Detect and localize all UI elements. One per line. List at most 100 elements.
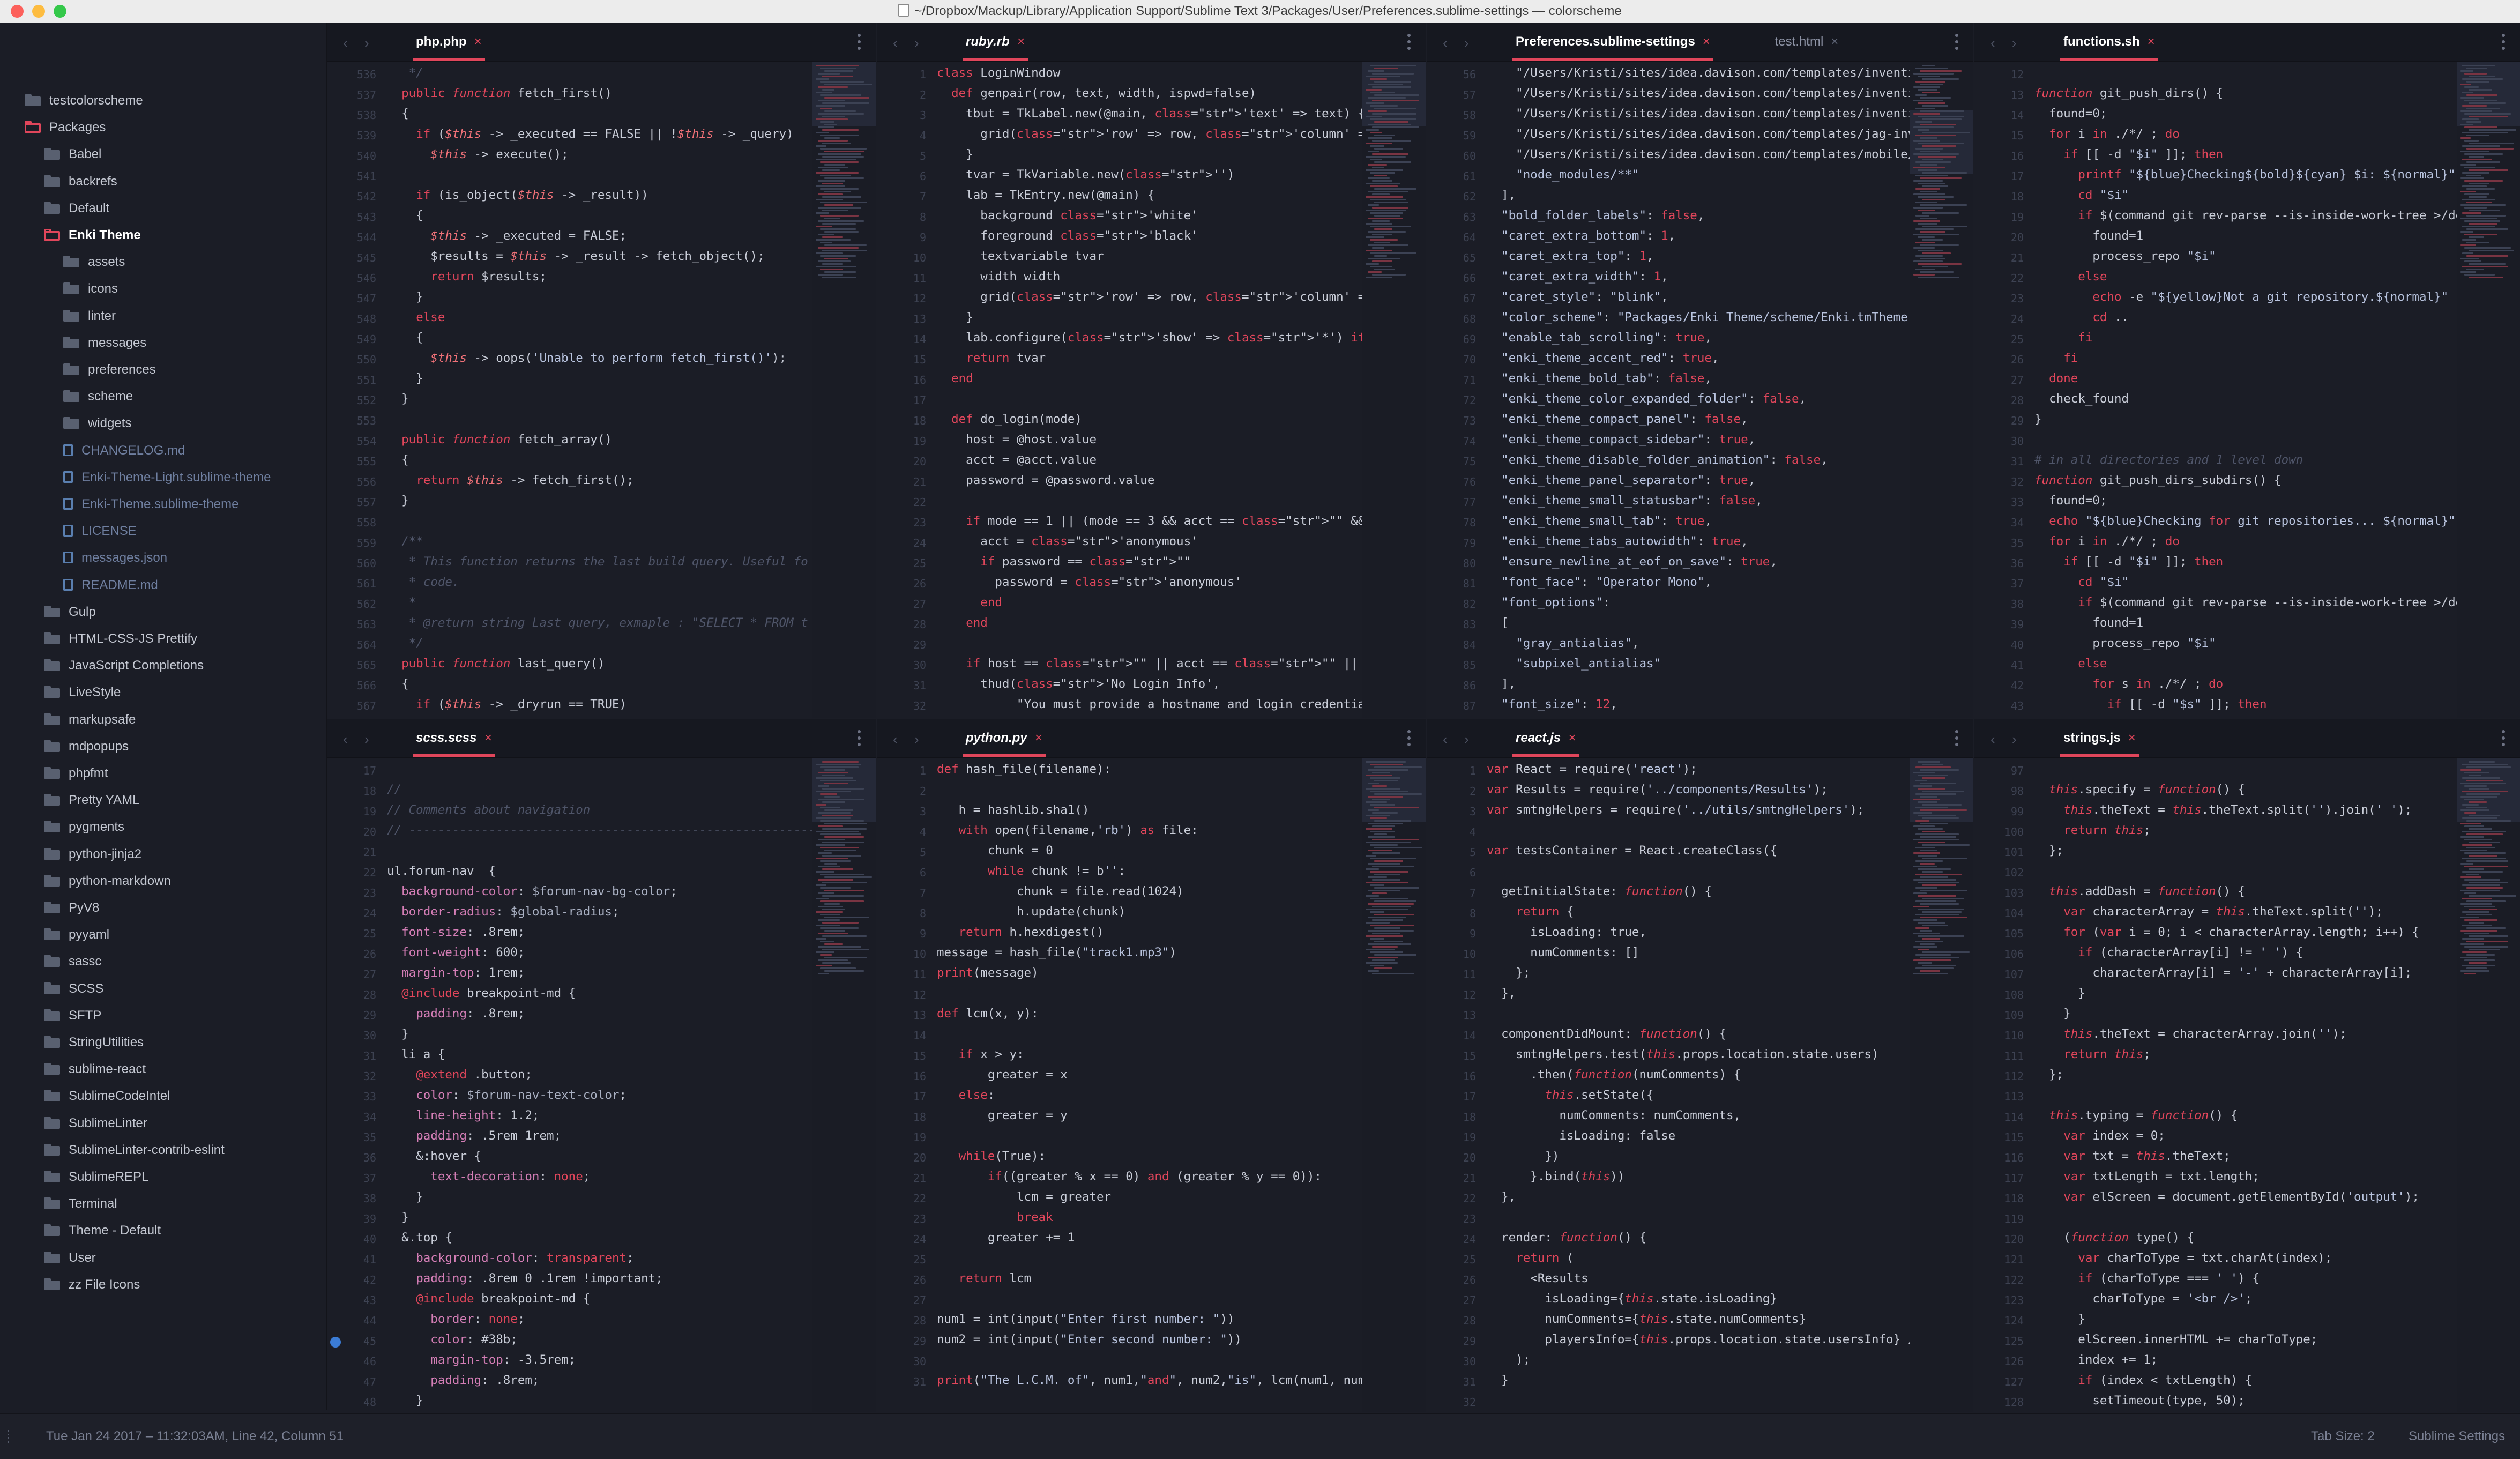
close-tab-icon[interactable]: × [1831,34,1838,49]
sidebar-item[interactable]: pygments [44,814,124,840]
tab[interactable]: scss.scss × [412,719,495,757]
tab-scroll-right-icon[interactable]: › [914,35,919,51]
code-text-area[interactable]: var React = require('react'); var Results… [1487,758,1922,1412]
sidebar-item[interactable]: README.md [63,572,158,599]
sidebar-item[interactable]: User [44,1245,96,1271]
sidebar-item[interactable]: LiveStyle [44,679,121,706]
tab-scroll-right-icon[interactable]: › [2012,35,2017,51]
tab-scroll-right-icon[interactable]: › [1464,35,1469,51]
minimap[interactable] [2457,62,2520,718]
close-tab-icon[interactable]: × [474,34,482,49]
tab[interactable]: php.php × [413,23,485,61]
syntax-selector[interactable]: Sublime Settings [2409,1414,2505,1459]
sidebar-item[interactable]: markupsafe [44,706,136,733]
tab[interactable]: Preferences.sublime-settings × [1512,23,1713,61]
tab[interactable]: strings.js × [2060,719,2139,757]
tab-scroll-right-icon[interactable]: › [364,731,369,748]
minimap[interactable] [1362,62,1426,718]
sidebar-item[interactable]: Default [44,195,109,222]
tab-scroll-right-icon[interactable]: › [914,731,919,748]
close-tab-icon[interactable]: × [2128,731,2136,745]
tab-scroll-left-icon[interactable]: ‹ [1443,731,1448,748]
sidebar-item[interactable]: Terminal [44,1190,117,1217]
sidebar-item[interactable]: sublime-react [44,1056,146,1083]
minimap[interactable] [1910,62,1973,718]
sidebar-item[interactable]: Enki-Theme-Light.sublime-theme [63,464,271,491]
tab[interactable]: python.py × [963,719,1046,757]
tab-scroll-left-icon[interactable]: ‹ [1990,731,1995,748]
close-tab-icon[interactable]: × [2148,34,2155,49]
sidebar-item[interactable]: widgets [63,410,131,437]
tab-scroll-left-icon[interactable]: ‹ [343,731,348,748]
tab-scroll-right-icon[interactable]: › [364,35,369,51]
sidebar-item[interactable]: Packages [25,114,106,141]
tab-scroll-right-icon[interactable]: › [1464,731,1469,748]
tab-size-setting[interactable]: Tab Size: 2 [2311,1414,2375,1459]
close-tab-icon[interactable]: × [1703,34,1710,49]
sidebar-item[interactable]: python-jinja2 [44,841,141,868]
sidebar-item[interactable]: mdpopups [44,733,129,760]
code-text-area[interactable]: this.specify = function() { this.theText… [2034,758,2450,1412]
tab-menu-icon[interactable] [2502,34,2505,50]
tab-scroll-left-icon[interactable]: ‹ [343,35,348,51]
sidebar-item[interactable]: CHANGELOG.md [63,437,185,464]
tab-menu-icon[interactable] [2502,730,2505,746]
sidebar-item[interactable]: messages.json [63,545,167,571]
close-tab-icon[interactable]: × [484,731,491,745]
code-text-area[interactable]: def hash_file(filename): h = hashlib.sha… [937,758,1373,1412]
tab-scroll-left-icon[interactable]: ‹ [1990,35,1995,51]
tab-scroll-left-icon[interactable]: ‹ [893,35,898,51]
sidebar-item[interactable]: Gulp [44,599,96,626]
sidebar-item[interactable]: backrefs [44,168,117,195]
sidebar-item[interactable]: SFTP [44,1002,101,1029]
minimap[interactable] [1910,758,1973,1412]
sidebar-item[interactable]: Enki Theme [44,222,141,249]
code-text-area[interactable]: function git_push_dirs() { found=0; for … [2034,62,2463,718]
sidebar-item[interactable]: StringUtilities [44,1029,144,1056]
sidebar-item[interactable]: icons [63,276,118,302]
sidebar-item[interactable]: SublimeLinter-contrib-eslint [44,1137,225,1164]
sidebar-item[interactable]: HTML-CSS-JS Prettify [44,626,197,652]
tab-menu-icon[interactable] [858,730,861,746]
sidebar-item[interactable]: messages [63,330,146,356]
tab-menu-icon[interactable] [1407,730,1411,746]
close-tab-icon[interactable]: × [1568,731,1576,745]
sidebar-item[interactable]: SublimeLinter [44,1110,147,1137]
tab-menu-icon[interactable] [1407,34,1411,50]
code-text-area[interactable]: */ public function fetch_first() { if ($… [387,62,808,718]
sidebar-item[interactable]: scheme [63,383,133,410]
code-text-area[interactable]: // // Comments about navigation // -------… [387,758,815,1412]
tab[interactable]: ruby.rb × [963,23,1028,61]
minimap[interactable] [2457,758,2520,1412]
sidebar-item[interactable]: assets [63,249,125,276]
sidebar-item[interactable]: SublimeREPL [44,1164,148,1190]
tab-scroll-left-icon[interactable]: ‹ [893,731,898,748]
close-tab-icon[interactable]: × [1017,34,1025,49]
sidebar-item[interactable]: LICENSE [63,518,137,545]
sidebar-item[interactable]: Enki-Theme.sublime-theme [63,491,238,518]
sidebar-item[interactable]: linter [63,303,116,330]
tab[interactable]: test.html × [1775,23,1839,61]
minimap[interactable] [1362,758,1426,1412]
sidebar-item[interactable]: pyyaml [44,921,109,948]
sidebar-item[interactable]: zz File Icons [44,1271,140,1298]
sidebar-item[interactable]: PyV8 [44,895,99,921]
tab-menu-icon[interactable] [1955,730,1958,746]
sidebar-item[interactable]: preferences [63,356,156,383]
code-text-area[interactable]: class LoginWindow def genpair(row, text,… [937,62,1426,718]
sidebar-item[interactable]: phpfmt [44,760,108,787]
tab-scroll-right-icon[interactable]: › [2012,731,2017,748]
tab-menu-icon[interactable] [1955,34,1958,50]
tab-menu-icon[interactable] [858,34,861,50]
minimap[interactable] [812,62,876,718]
sidebar-item[interactable]: JavaScript Completions [44,652,204,679]
sidebar-item[interactable]: testcolorscheme [25,87,143,114]
close-tab-icon[interactable]: × [1035,731,1042,745]
tab[interactable]: functions.sh × [2060,23,2158,61]
tab-scroll-left-icon[interactable]: ‹ [1443,35,1448,51]
code-text-area[interactable]: "/Users/Kristi/sites/idea.davison.com/te… [1487,62,1915,718]
sidebar-item[interactable]: Pretty YAML [44,787,140,814]
panel-toggle-icon[interactable] [8,1430,12,1443]
sidebar-item[interactable]: Theme - Default [44,1217,161,1244]
minimap[interactable] [812,758,876,1412]
